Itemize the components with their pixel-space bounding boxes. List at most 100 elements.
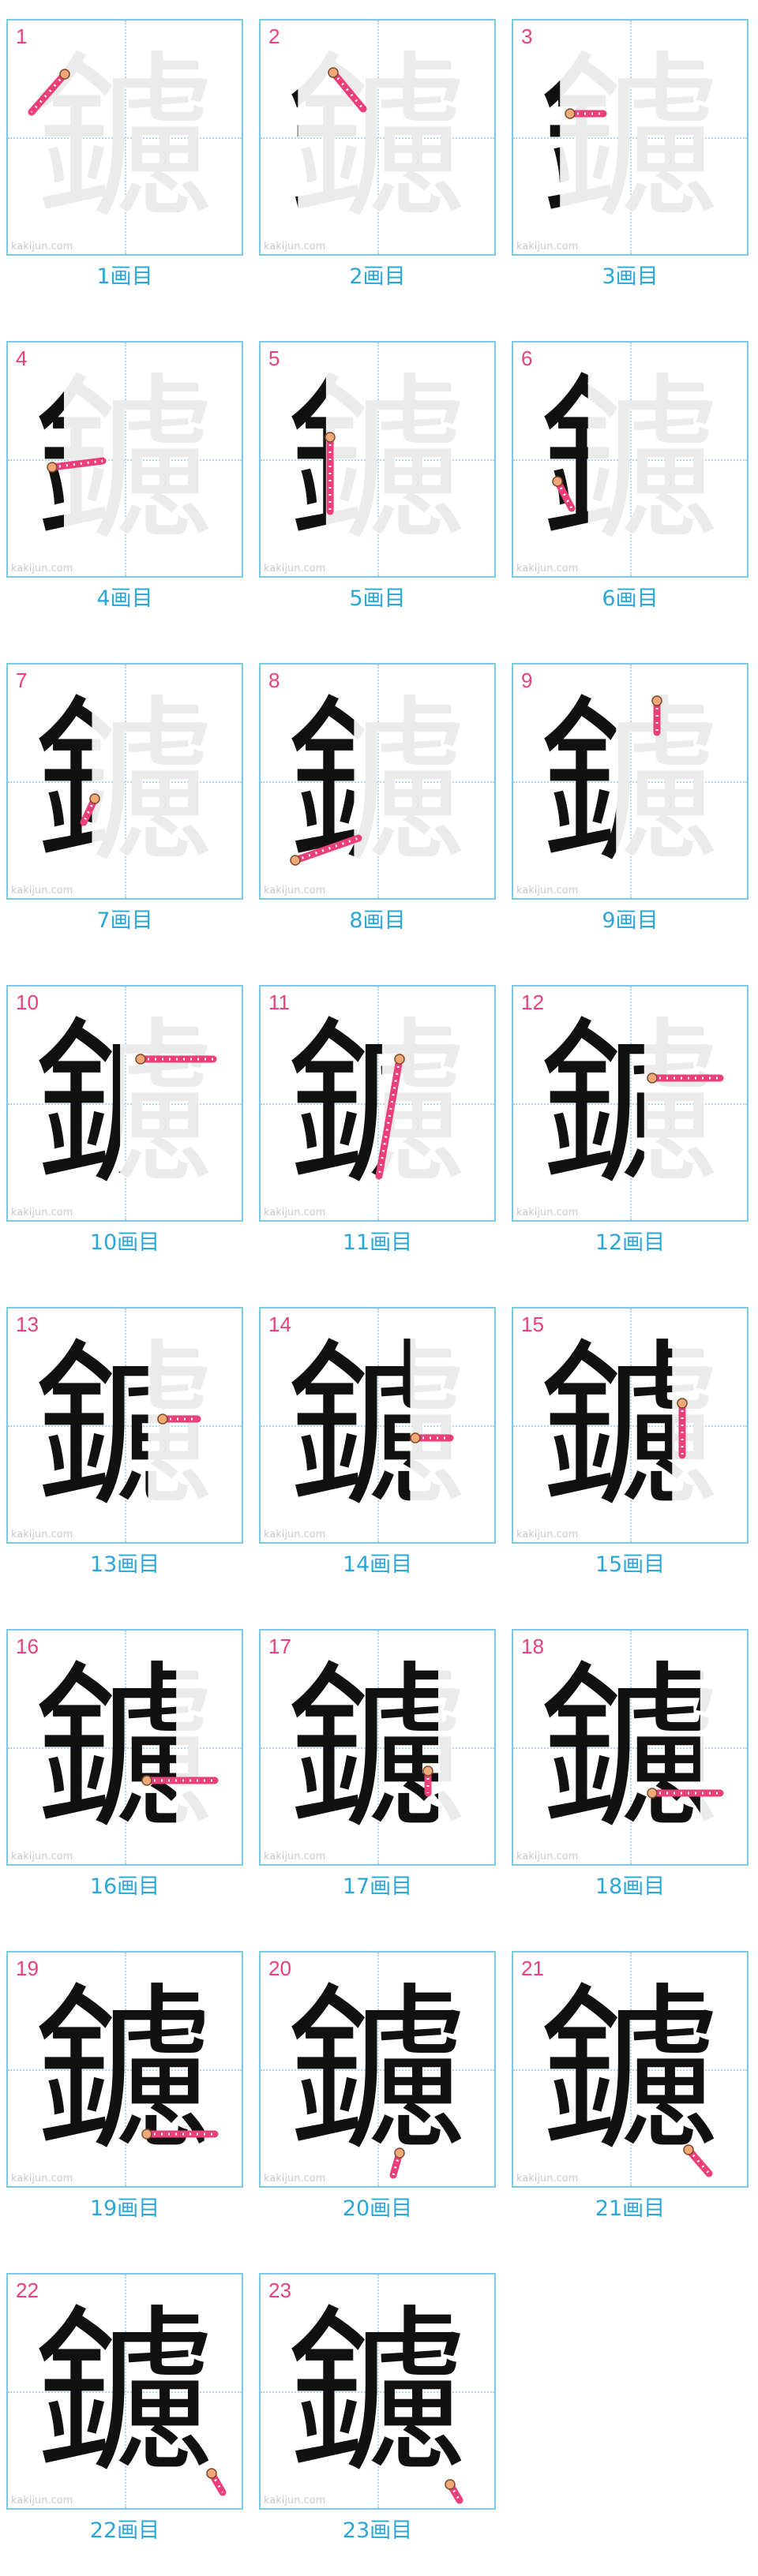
watermark: kakijun.com — [264, 2173, 326, 2185]
step-number: 20 — [268, 1956, 291, 1980]
kanji-frame: 鑢鑢 3 kakijun.com — [512, 19, 749, 256]
step-number: 2 — [268, 24, 280, 48]
stroke-step-cell: 鑢鑢 15 kakijun.com 15画目 — [505, 1288, 749, 1610]
kanji-frame: 鑢鑢 10 kakijun.com — [6, 985, 243, 1222]
current-stroke — [28, 69, 70, 116]
stroke-start-dot — [647, 1073, 658, 1084]
stroke-step-cell: 鑢鑢 14 kakijun.com 14画目 — [253, 1288, 496, 1610]
kanji-frame: 鑢鑢 23 kakijun.com — [259, 2273, 496, 2510]
current-stroke — [677, 1398, 688, 1459]
current-stroke — [141, 1775, 219, 1786]
watermark: kakijun.com — [516, 1851, 579, 1863]
stroke-step-cell: 鑢鑢 7 kakijun.com 7画目 — [0, 644, 243, 966]
watermark: kakijun.com — [516, 1529, 579, 1541]
kanji-frame: 鑢鑢 15 kakijun.com — [512, 1307, 749, 1544]
stroke-start-dot — [325, 432, 336, 443]
stroke-start-dot — [59, 69, 70, 80]
watermark: kakijun.com — [11, 885, 73, 897]
stroke-step-cell: 鑢鑢 13 kakijun.com 13画目 — [0, 1288, 243, 1610]
stroke-start-dot — [422, 1765, 433, 1777]
current-stroke — [552, 476, 576, 512]
stroke-step-cell: 鑢鑢 21 kakijun.com 21画目 — [505, 1932, 749, 2254]
step-number: 23 — [268, 2278, 291, 2302]
step-number: 6 — [521, 346, 533, 370]
watermark: kakijun.com — [264, 885, 326, 897]
step-caption: 17画目 — [342, 1874, 413, 1899]
step-number: 8 — [268, 668, 280, 692]
watermark: kakijun.com — [264, 1207, 326, 1219]
stroke-start-dot — [394, 2147, 405, 2159]
kanji-frame: 鑢鑢 4 kakijun.com — [6, 341, 243, 578]
stroke-step-cell: 鑢鑢 6 kakijun.com 6画目 — [505, 322, 749, 644]
watermark: kakijun.com — [11, 2173, 73, 2185]
stroke-start-dot — [206, 2468, 217, 2479]
step-caption: 21画目 — [595, 2196, 666, 2221]
stroke-start-dot — [394, 1054, 405, 1065]
current-stroke — [290, 834, 362, 866]
step-number: 3 — [521, 24, 533, 48]
watermark: kakijun.com — [516, 1207, 579, 1219]
current-stroke — [157, 1413, 201, 1425]
step-caption: 11画目 — [342, 1230, 413, 1255]
step-number: 15 — [521, 1312, 544, 1336]
stroke-step-cell: 鑢鑢 16 kakijun.com 16画目 — [0, 1610, 243, 1932]
stroke-step-cell: 鑢鑢 3 kakijun.com 3画目 — [505, 0, 749, 322]
step-caption: 9画目 — [602, 908, 659, 933]
step-number: 7 — [16, 668, 28, 692]
current-stroke — [445, 2479, 463, 2504]
kanji-frame: 鑢鑢 13 kakijun.com — [6, 1307, 243, 1544]
stroke-step-cell: 鑢鑢 19 kakijun.com 19画目 — [0, 1932, 243, 2254]
current-stroke — [141, 2129, 219, 2140]
step-caption: 12画目 — [595, 1230, 666, 1255]
current-stroke — [565, 108, 607, 119]
kanji-frame: 鑢鑢 20 kakijun.com — [259, 1951, 496, 2188]
kanji-frame: 鑢鑢 16 kakijun.com — [6, 1629, 243, 1866]
kanji-frame: 鑢鑢 18 kakijun.com — [512, 1629, 749, 1866]
stroke-step-cell: 鑢鑢 5 kakijun.com 5画目 — [253, 322, 496, 644]
stroke-highlight — [329, 69, 367, 113]
step-caption: 3画目 — [602, 264, 659, 289]
current-stroke — [647, 1788, 724, 1799]
current-stroke — [135, 1054, 217, 1065]
step-number: 18 — [521, 1634, 544, 1658]
current-stroke — [410, 1432, 454, 1443]
stroke-start-dot — [141, 2129, 152, 2140]
step-caption: 15画目 — [595, 1552, 666, 1577]
step-caption: 2画目 — [349, 264, 406, 289]
watermark: kakijun.com — [11, 1851, 73, 1863]
step-caption: 20画目 — [342, 2196, 413, 2221]
watermark: kakijun.com — [264, 241, 326, 253]
current-stroke — [647, 1073, 724, 1084]
step-caption: 4画目 — [96, 586, 153, 611]
kanji-frame: 鑢鑢 5 kakijun.com — [259, 341, 496, 578]
watermark: kakijun.com — [11, 563, 73, 575]
watermark: kakijun.com — [516, 2173, 579, 2185]
watermark: kakijun.com — [516, 885, 579, 897]
stroke-step-cell: 鑢鑢 12 kakijun.com 12画目 — [505, 966, 749, 1288]
watermark: kakijun.com — [11, 2495, 73, 2507]
stroke-start-dot — [552, 476, 563, 487]
step-number: 14 — [268, 1312, 291, 1336]
step-number: 12 — [521, 990, 544, 1014]
kanji-frame: 鑢鑢 6 kakijun.com — [512, 341, 749, 578]
step-caption: 6画目 — [602, 586, 659, 611]
stroke-start-dot — [290, 855, 301, 866]
step-number: 19 — [16, 1956, 39, 1980]
stroke-start-dot — [157, 1413, 168, 1425]
stroke-start-dot — [135, 1054, 146, 1065]
step-caption: 5画目 — [349, 586, 406, 611]
watermark: kakijun.com — [11, 1529, 73, 1541]
current-stroke — [683, 2144, 713, 2177]
watermark: kakijun.com — [264, 2495, 326, 2507]
kanji-frame: 鑢鑢 14 kakijun.com — [259, 1307, 496, 1544]
stroke-step-cell: 鑢鑢 23 kakijun.com 23画目 — [253, 2254, 496, 2576]
stroke-step-cell: 鑢鑢 4 kakijun.com 4画目 — [0, 322, 243, 644]
stroke-start-dot — [328, 67, 339, 78]
current-stroke — [389, 2147, 405, 2179]
stroke-start-dot — [647, 1788, 658, 1799]
watermark: kakijun.com — [264, 1529, 326, 1541]
watermark: kakijun.com — [264, 1851, 326, 1863]
step-caption: 16画目 — [89, 1874, 160, 1899]
step-caption: 22画目 — [89, 2518, 160, 2543]
stroke-start-dot — [683, 2144, 694, 2155]
